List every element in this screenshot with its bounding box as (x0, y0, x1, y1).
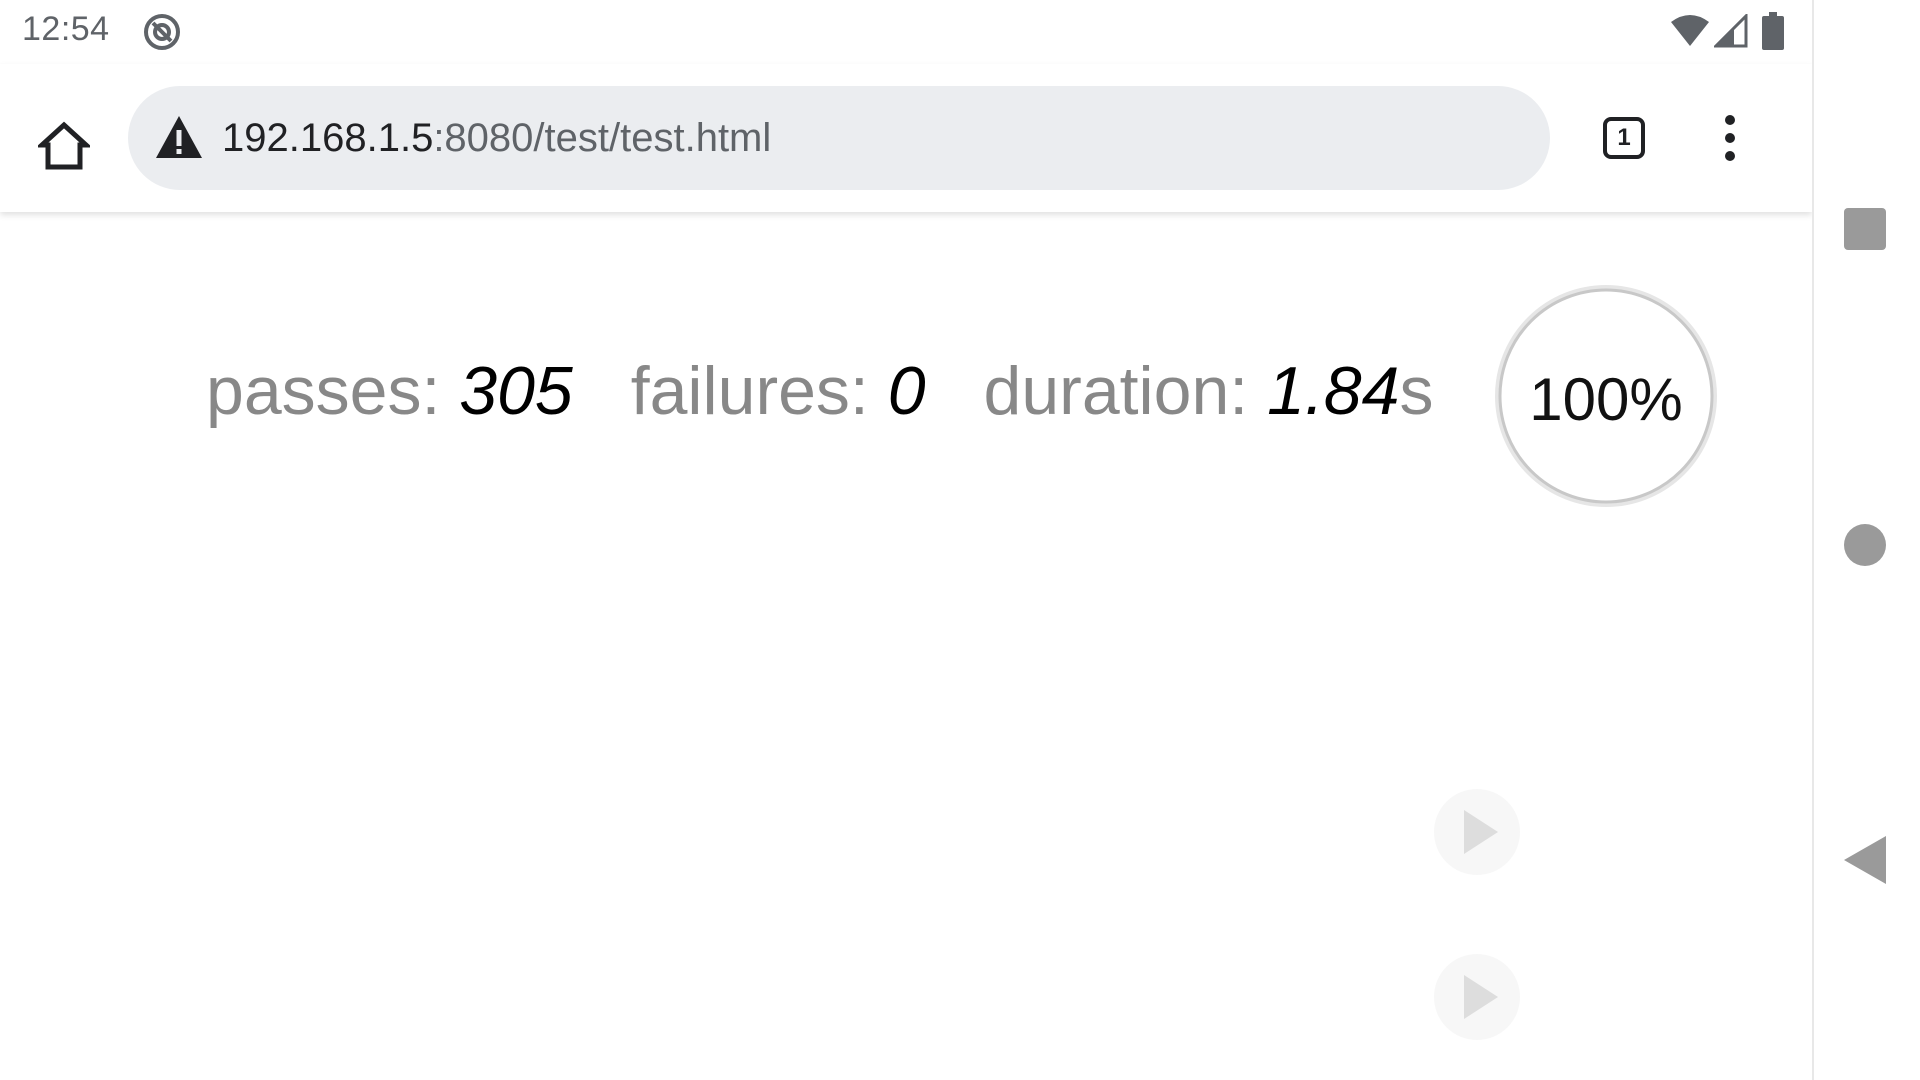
status-time: 12:54 (22, 10, 110, 48)
failures-value: 0 (887, 353, 926, 429)
status-bar: 12:54 (0, 0, 1812, 64)
failures-label: failures: (630, 353, 888, 429)
tab-count: 1 (1617, 124, 1631, 151)
duration-value: 1.84 (1267, 353, 1400, 429)
more-vert-icon-dot-2 (1725, 133, 1735, 143)
browser-toolbar: 192.168.1.5:8080/test/test.html 1 (0, 64, 1812, 212)
home-button[interactable] (28, 110, 100, 182)
passes-stat[interactable]: passes: 305 (206, 352, 573, 430)
tabs-icon: 1 (1603, 117, 1645, 159)
duration-stat: duration: 1.84s (984, 352, 1434, 430)
passes-value: 305 (459, 353, 573, 429)
progress-percent: 100% (1529, 365, 1683, 433)
failures-stat[interactable]: failures: 0 (631, 352, 926, 430)
play-icon (1464, 975, 1498, 1019)
battery-icon (1762, 12, 1784, 50)
duration-label: duration: (983, 353, 1268, 429)
page-content: passes: 305 failures: 0 duration: 1.84s … (0, 212, 1812, 1080)
test-stats: passes: 305 failures: 0 duration: 1.84s (206, 352, 1433, 430)
replay-button[interactable] (1434, 954, 1520, 1040)
url-text[interactable]: 192.168.1.5:8080/test/test.html (222, 112, 771, 164)
phone-display: 12:54 192.168.1.5:8080/test/test.html 1 … (0, 0, 1812, 1080)
tabs-button[interactable]: 1 (1594, 108, 1654, 168)
passes-label: passes: (206, 353, 460, 429)
more-options-button[interactable] (1700, 108, 1760, 168)
replay-button[interactable] (1434, 789, 1520, 875)
home-nav-icon[interactable] (1844, 524, 1886, 566)
url-host: 192.168.1.5 (222, 116, 434, 160)
address-bar[interactable]: 192.168.1.5:8080/test/test.html (128, 86, 1550, 190)
sync-icon (144, 14, 180, 50)
duration-unit: s (1399, 353, 1434, 429)
more-vert-icon-dot-3 (1725, 151, 1735, 161)
play-icon (1464, 810, 1498, 854)
warning-icon[interactable] (154, 114, 204, 160)
back-icon[interactable] (1844, 836, 1886, 884)
screen: 12:54 192.168.1.5:8080/test/test.html 1 … (0, 0, 1920, 1080)
url-path: :8080/test/test.html (433, 116, 772, 160)
wifi-icon (1671, 15, 1709, 46)
system-nav-bar (1814, 0, 1920, 1080)
recents-icon[interactable] (1844, 208, 1886, 250)
more-vert-icon (1725, 115, 1735, 125)
cell-signal-icon (1714, 14, 1748, 48)
home-icon (38, 121, 90, 170)
